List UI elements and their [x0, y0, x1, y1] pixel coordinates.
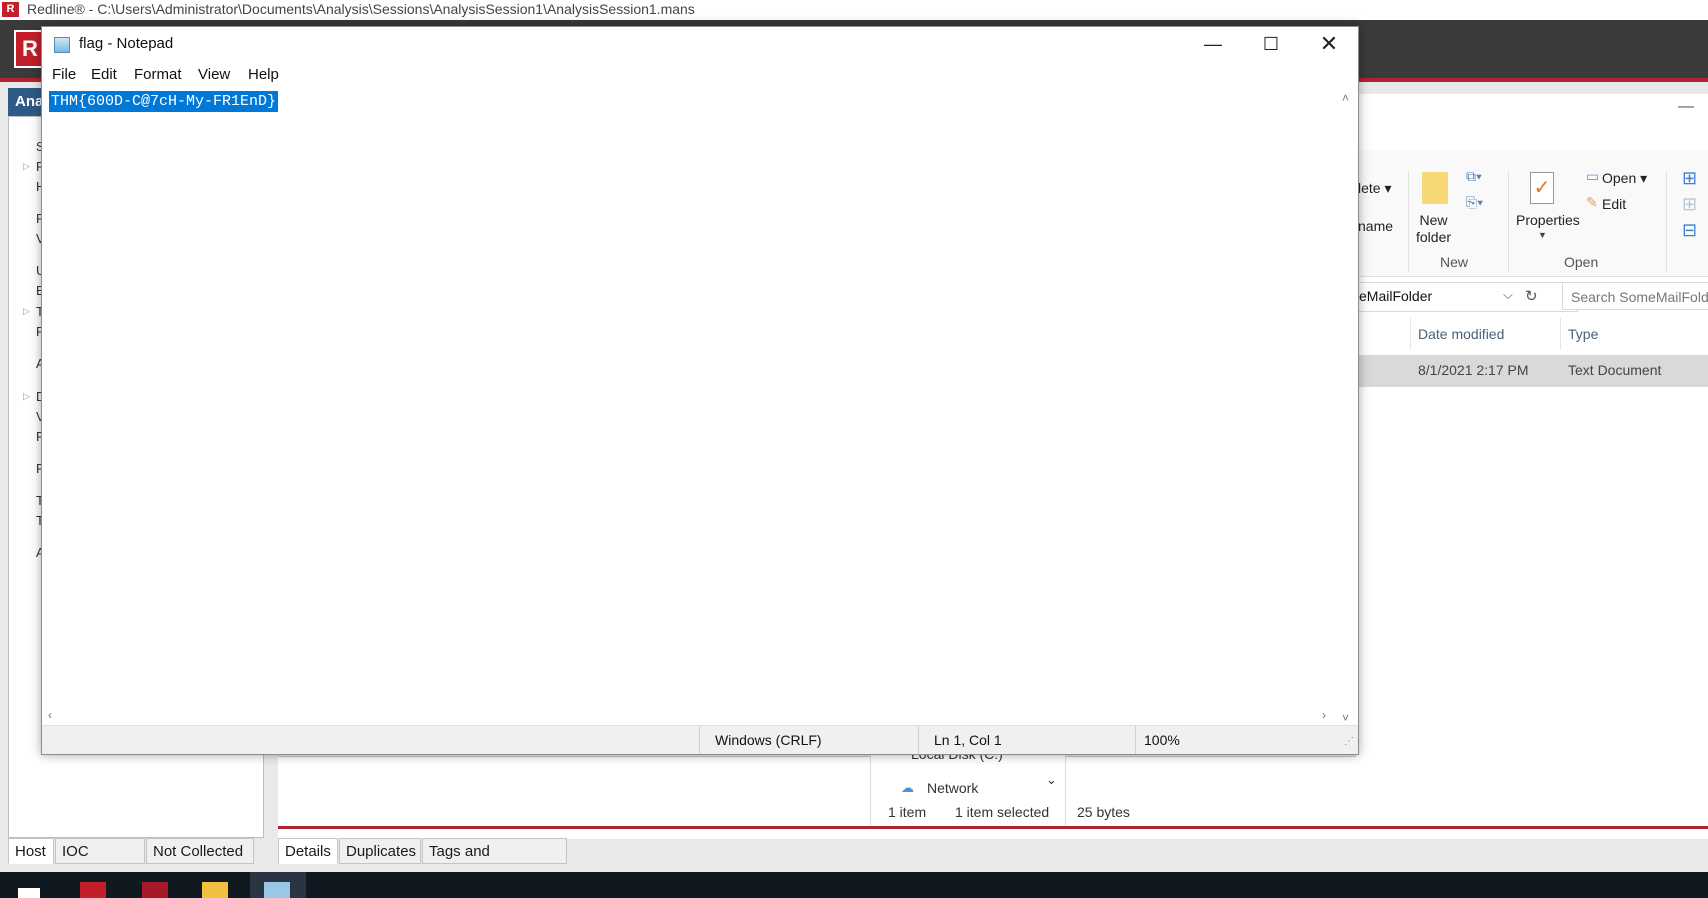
redline-taskbar-icon[interactable] [80, 882, 106, 898]
notepad-window-title: flag - Notepad [79, 35, 174, 52]
status-cursor-position: Ln 1, Col 1 [918, 726, 1118, 754]
open-button[interactable]: Open ▾ [1602, 170, 1647, 187]
redline-window-title: Redline® - C:\Users\Administrator\Docume… [27, 1, 695, 17]
notepad-menubar: File Edit Format View Help [42, 61, 1358, 90]
horizontal-scrollbar[interactable]: ‹ › [42, 707, 1338, 725]
file-explorer-taskbar-icon[interactable] [202, 882, 228, 898]
ribbon-separator [1408, 172, 1409, 272]
tree-expand-icon[interactable]: ▷ [23, 391, 30, 402]
tab-not-collected[interactable]: Not Collected [146, 838, 254, 864]
menu-format[interactable]: Format [134, 66, 182, 83]
new-folder-button[interactable]: New folder [1416, 212, 1451, 246]
notepad-status-bar: Windows (CRLF) Ln 1, Col 1 100% ⋰ [42, 725, 1358, 754]
explorer-minimize-icon[interactable]: — [1678, 98, 1694, 116]
properties-icon[interactable]: ✓ [1530, 172, 1554, 204]
start-icon[interactable] [18, 888, 40, 898]
properties-button[interactable]: Properties [1516, 212, 1580, 228]
scroll-left-icon[interactable]: ‹ [48, 708, 52, 722]
edit-button[interactable]: Edit [1602, 196, 1626, 212]
notepad-titlebar[interactable]: flag - Notepad — ☐ ✕ [42, 27, 1358, 61]
menu-help[interactable]: Help [248, 66, 279, 83]
minimize-button[interactable]: — [1184, 27, 1242, 61]
rename-button[interactable]: name [1358, 218, 1393, 234]
nav-network[interactable]: Network [927, 780, 978, 796]
select-all-icon[interactable]: ⊞ [1682, 168, 1697, 189]
status-size: 25 bytes [1077, 804, 1130, 820]
nav-scroll-down-icon[interactable]: ⌄ [1046, 772, 1057, 788]
status-item-count: 1 item [888, 804, 927, 820]
column-divider[interactable] [1410, 318, 1411, 350]
file-date-modified: 8/1/2021 2:17 PM [1418, 362, 1529, 378]
status-line-ending: Windows (CRLF) [699, 726, 899, 754]
tree-expand-icon[interactable]: ▷ [23, 161, 30, 172]
notepad-window: flag - Notepad — ☐ ✕ File Edit Format Vi… [41, 26, 1359, 755]
maximize-button[interactable]: ☐ [1242, 27, 1300, 61]
scroll-right-icon[interactable]: › [1322, 708, 1326, 722]
address-dropdown-icon[interactable]: ⌵ [1503, 287, 1513, 303]
delete-button[interactable]: lete ▾ [1358, 180, 1392, 197]
explorer-status-bar: 1 item 1 item selected 25 bytes [870, 800, 1356, 824]
ribbon-group-new: New [1440, 254, 1469, 270]
properties-dropdown-icon[interactable]: ▼ [1538, 230, 1547, 240]
explorer-ribbon: lete ▾ name New folder ⧉▾ ⎘▾ New ✓ Prope… [1356, 150, 1708, 277]
copy-to-icon[interactable]: ⧉▾ [1466, 168, 1482, 185]
new-folder-icon[interactable] [1422, 172, 1448, 204]
open-icon: ▭ [1586, 168, 1600, 184]
edit-icon: ✎ [1586, 194, 1598, 210]
network-icon: ☁ [901, 780, 914, 795]
tab-tags-and-comments[interactable]: Tags and Comments [422, 838, 567, 886]
menu-edit[interactable]: Edit [91, 66, 117, 83]
redline-titlebar: R Redline® - C:\Users\Administrator\Docu… [0, 0, 1708, 20]
select-none-icon[interactable]: ⊞ [1682, 194, 1697, 215]
move-to-icon[interactable]: ⎘▾ [1466, 194, 1483, 211]
invert-selection-icon[interactable]: ⊟ [1682, 220, 1697, 241]
resize-grip-icon[interactable]: ⋰ [1344, 728, 1354, 756]
column-header-type[interactable]: Type [1568, 326, 1598, 342]
status-zoom: 100% [1135, 726, 1255, 754]
notepad-text-area[interactable]: THM{600D-C@7cH-My-FR1EnD} [42, 89, 1338, 731]
redline-taskbar-icon[interactable] [142, 882, 168, 898]
refresh-icon[interactable]: ↻ [1525, 287, 1538, 305]
column-divider[interactable] [1560, 318, 1561, 350]
column-header-date-modified[interactable]: Date modified [1418, 326, 1504, 342]
redline-logo-icon: R [2, 2, 19, 17]
menu-file[interactable]: File [52, 66, 76, 83]
tab-host[interactable]: Host [8, 838, 54, 864]
menu-view[interactable]: View [198, 66, 230, 83]
address-bar[interactable]: eMailFolder ⌵ ↻ [1356, 282, 1578, 312]
file-type: Text Document [1568, 362, 1662, 378]
scroll-up-icon[interactable]: ˄ [1342, 91, 1349, 105]
tab-duplicates[interactable]: Duplicates [339, 838, 421, 864]
address-path: eMailFolder [1359, 288, 1433, 304]
scroll-down-icon[interactable]: ˅ [1342, 711, 1349, 725]
tab-details[interactable]: Details [278, 838, 338, 864]
ribbon-separator [1666, 172, 1667, 272]
tree-expand-icon[interactable]: ▷ [23, 306, 30, 317]
tab-ioc-reports[interactable]: IOC Reports [55, 838, 145, 886]
search-input[interactable]: Search SomeMailFolder [1562, 282, 1708, 310]
ribbon-separator [1508, 172, 1509, 272]
notepad-taskbar-icon[interactable] [264, 882, 290, 898]
selected-flag-text[interactable]: THM{600D-C@7cH-My-FR1EnD} [49, 91, 279, 112]
close-button[interactable]: ✕ [1300, 27, 1358, 61]
notepad-icon [54, 37, 70, 53]
ribbon-group-open: Open [1564, 254, 1599, 270]
redline-divider [278, 826, 1708, 829]
status-selected: 1 item selected [955, 804, 1050, 820]
vertical-scrollbar[interactable]: ˄ ˅ [1338, 89, 1356, 731]
